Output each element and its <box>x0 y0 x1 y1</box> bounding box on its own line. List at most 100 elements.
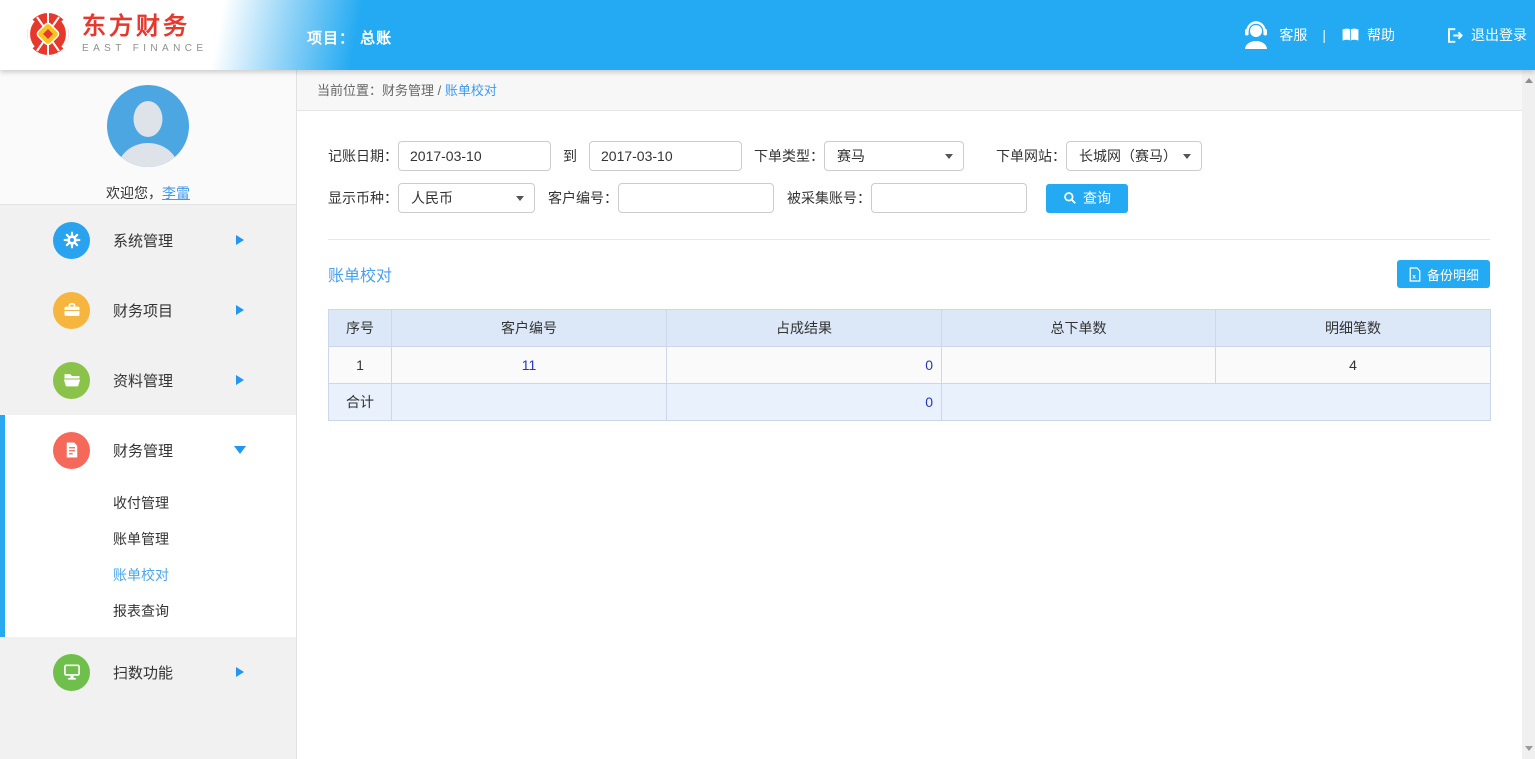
help-button[interactable]: 帮助 <box>1341 25 1395 45</box>
cell-seq: 1 <box>328 346 392 384</box>
order-site-label: 下单网站： <box>996 148 1066 164</box>
sidebar-subitem-payment-management[interactable]: 收付管理 <box>5 485 296 521</box>
date-to-input[interactable] <box>589 141 742 171</box>
to-label: 到 <box>563 148 577 164</box>
avatar[interactable] <box>107 85 189 167</box>
chevron-right-icon <box>236 375 244 385</box>
welcome-prefix: 欢迎您， <box>106 185 162 201</box>
user-profile: 欢迎您，李雷 <box>0 70 296 205</box>
sidebar-subitem-report-query[interactable]: 报表查询 <box>5 593 296 629</box>
order-type-select[interactable]: 赛马 <box>824 141 964 171</box>
search-button[interactable]: 查询 <box>1046 183 1128 213</box>
header-actions: 客服 | 帮助 退出登录 <box>1240 0 1527 70</box>
logout-button[interactable]: 退出登录 <box>1445 25 1527 45</box>
svg-text:x: x <box>1412 273 1416 280</box>
table-total-row: 合计 0 <box>328 383 1491 421</box>
cell-customer-id-link[interactable]: 11 <box>391 346 667 384</box>
customer-id-input[interactable] <box>618 183 774 213</box>
breadcrumb-prefix: 当前位置： <box>317 83 383 98</box>
cell-total-label: 合计 <box>328 383 392 421</box>
logout-label: 退出登录 <box>1471 27 1527 43</box>
sidebar-item-finance-project[interactable]: 财务项目 <box>0 275 296 345</box>
scroll-up-arrow-icon[interactable] <box>1525 78 1533 83</box>
sidebar-item-finance-management[interactable]: 财务管理 <box>5 415 296 485</box>
breadcrumb-parent: 财务管理 <box>382 83 435 98</box>
filter-row-2: 显示币种： 人民币 客户编号： 被采集账号： 查询 <box>328 183 1490 213</box>
caret-down-icon <box>945 153 953 159</box>
vertical-scrollbar[interactable] <box>1522 70 1535 759</box>
finance-management-submenu: 收付管理 账单管理 账单校对 报表查询 <box>5 485 296 629</box>
section-title: 账单校对 <box>328 268 393 285</box>
date-from-input[interactable] <box>398 141 551 171</box>
project-title: 项目： 总账 <box>307 30 393 47</box>
chevron-right-icon <box>236 667 244 677</box>
sidebar-group-finance-management: 财务管理 收付管理 账单管理 账单校对 报表查询 <box>0 415 296 637</box>
cell-total-customer-id <box>391 383 667 421</box>
gear-icon <box>53 221 90 259</box>
sidebar-item-system-management[interactable]: 系统管理 <box>0 205 296 275</box>
currency-value: 人民币 <box>411 190 453 206</box>
order-site-value: 长城网（赛马） <box>1079 148 1177 164</box>
sidebar-subitem-bill-check[interactable]: 账单校对 <box>5 557 296 593</box>
sidebar-item-label: 财务管理 <box>113 442 174 460</box>
headset-icon <box>1245 21 1268 49</box>
column-header-detail-count: 明细笔数 <box>1215 309 1491 347</box>
collected-account-label: 被采集账号： <box>787 190 871 206</box>
main-content: 当前位置：财务管理 / 账单校对 记账日期： 到 下单类型： 赛马 下单网站： … <box>297 70 1522 759</box>
cell-total-orders <box>941 346 1216 384</box>
breadcrumb-current[interactable]: 账单校对 <box>445 83 497 98</box>
breadcrumb: 当前位置：财务管理 / 账单校对 <box>297 70 1522 111</box>
logout-icon <box>1448 27 1463 43</box>
chevron-right-icon <box>236 235 244 245</box>
order-type-value: 赛马 <box>837 148 865 164</box>
app-header: 东方财务 EAST FINANCE 项目： 总账 客服 | 帮助 退出登录 <box>0 0 1535 70</box>
column-header-total-orders: 总下单数 <box>941 309 1216 347</box>
sidebar-item-label: 扫数功能 <box>113 664 174 682</box>
column-header-seq: 序号 <box>328 309 392 347</box>
sidebar: 欢迎您，李雷 系统管理 财务项目 资料管理 财务管理 收付管理 账单管理 账单校… <box>0 70 297 759</box>
document-icon <box>53 431 90 469</box>
chevron-down-icon <box>234 446 246 454</box>
book-icon <box>1342 28 1359 41</box>
sidebar-item-label: 资料管理 <box>113 372 174 390</box>
help-label: 帮助 <box>1367 27 1395 43</box>
currency-select[interactable]: 人民币 <box>398 183 535 213</box>
sidebar-subitem-bill-management[interactable]: 账单管理 <box>5 521 296 557</box>
section-header: 账单校对 x 备份明细 <box>328 260 1490 288</box>
sidebar-item-scan-function[interactable]: 扫数功能 <box>0 637 296 707</box>
sidebar-item-label: 财务项目 <box>113 302 174 320</box>
sidebar-nav: 系统管理 财务项目 资料管理 财务管理 收付管理 账单管理 账单校对 报表查询 … <box>0 205 296 707</box>
cell-total-share-result[interactable]: 0 <box>666 383 942 421</box>
backup-button-label: 备份明细 <box>1426 267 1479 283</box>
username-link[interactable]: 李雷 <box>162 185 190 201</box>
column-header-share-result: 占成结果 <box>666 309 942 347</box>
collected-account-input[interactable] <box>871 183 1027 213</box>
welcome-text: 欢迎您，李雷 <box>0 183 296 203</box>
column-header-customer-id: 客户编号 <box>391 309 667 347</box>
search-button-label: 查询 <box>1083 190 1111 206</box>
booking-date-label: 记账日期： <box>328 148 398 164</box>
brand-logo: 东方财务 EAST FINANCE <box>25 11 207 57</box>
filter-row-1: 记账日期： 到 下单类型： 赛马 下单网站： 长城网（赛马） <box>328 141 1490 171</box>
caret-down-icon <box>516 195 524 201</box>
briefcase-icon <box>53 291 90 329</box>
brand-name-en: EAST FINANCE <box>82 42 208 54</box>
chevron-right-icon <box>236 305 244 315</box>
customer-service-label: 客服 <box>1279 27 1308 43</box>
breadcrumb-separator: / <box>434 83 445 98</box>
backup-detail-button[interactable]: x 备份明细 <box>1396 260 1490 288</box>
monitor-icon <box>53 653 90 691</box>
customer-service-button[interactable]: 客服 <box>1240 20 1307 50</box>
divider <box>328 239 1490 240</box>
header-separator: | <box>1322 27 1326 43</box>
folder-icon <box>53 361 90 399</box>
brand-logo-icon <box>27 13 69 55</box>
order-site-select[interactable]: 长城网（赛马） <box>1066 141 1202 171</box>
bill-check-table: 序号 客户编号 占成结果 总下单数 明细笔数 1 11 0 4 合计 0 <box>328 309 1491 421</box>
brand-name: 东方财务 <box>82 13 190 41</box>
sidebar-item-data-management[interactable]: 资料管理 <box>0 345 296 415</box>
currency-label: 显示币种： <box>328 190 398 206</box>
cell-share-result-link[interactable]: 0 <box>666 346 942 384</box>
caret-down-icon <box>1183 153 1191 159</box>
scroll-down-arrow-icon[interactable] <box>1525 746 1533 751</box>
